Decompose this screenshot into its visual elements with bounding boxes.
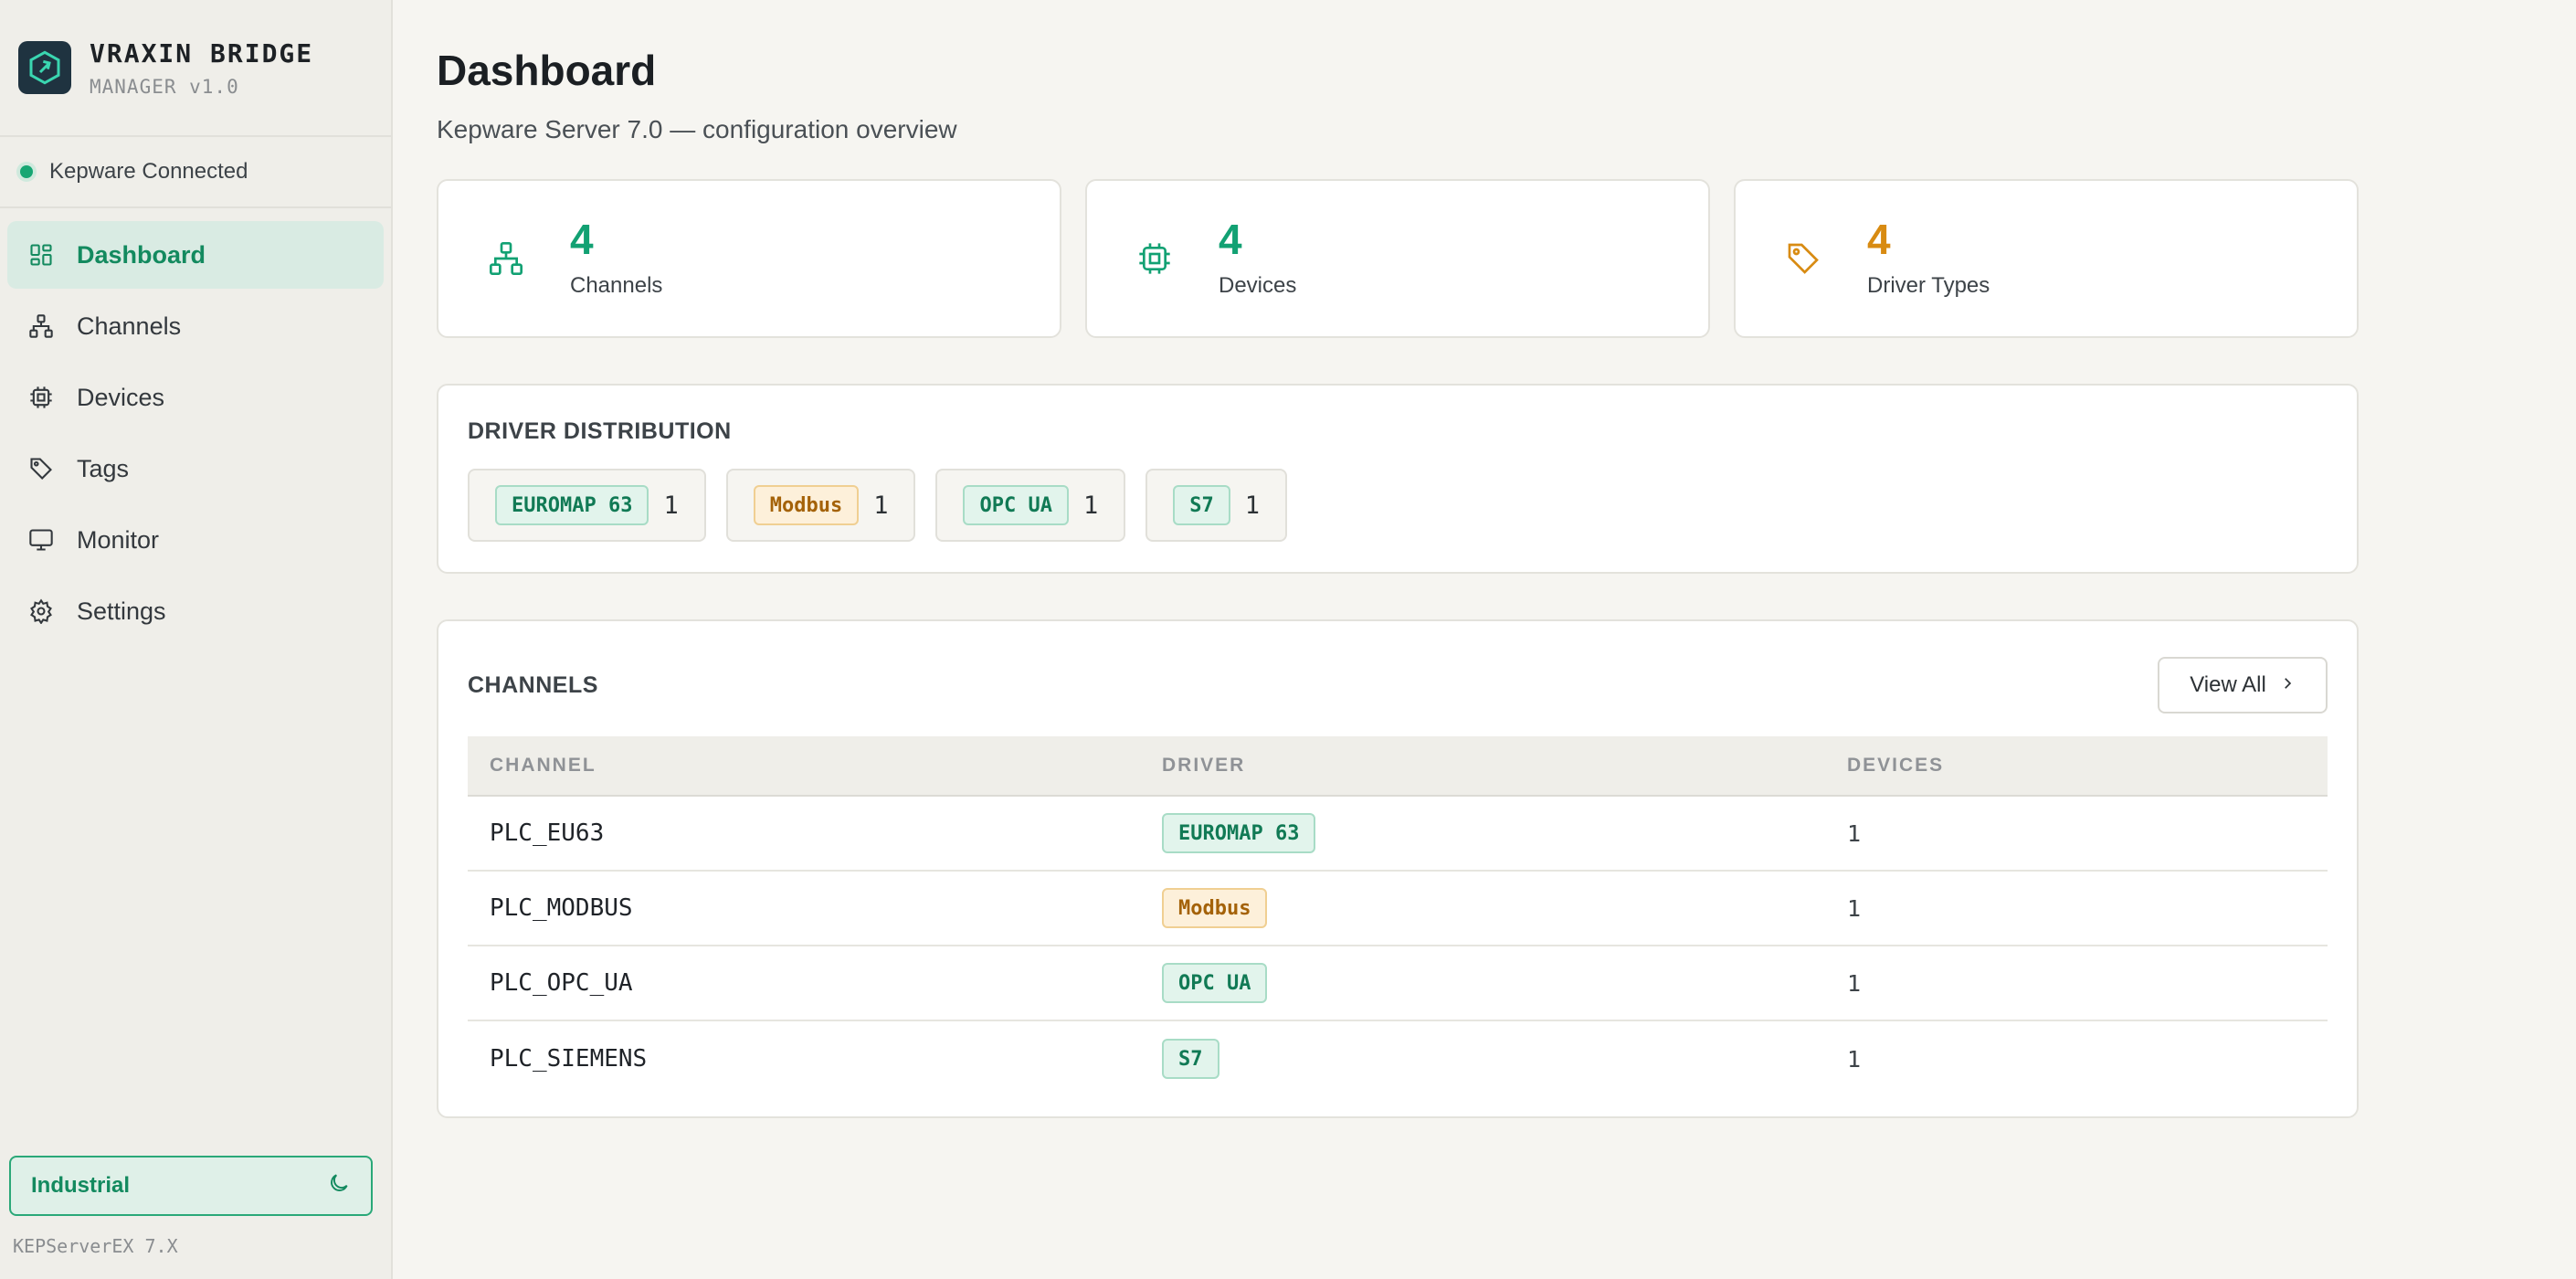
- brand-subtitle: MANAGER v1.0: [90, 75, 239, 98]
- sidebar-item-dashboard[interactable]: Dashboard: [7, 221, 384, 289]
- monitor-icon: [26, 524, 57, 555]
- channel-name[interactable]: PLC_MODBUS: [468, 894, 1162, 922]
- driver-badge: Modbus: [753, 485, 860, 525]
- chip-icon: [26, 382, 57, 413]
- channels-header: CHANNELS View All: [468, 621, 2328, 736]
- dashboard-icon: [26, 239, 57, 270]
- view-all-button[interactable]: View All: [2158, 657, 2328, 713]
- driver-badge: EUROMAP 63: [1162, 813, 1316, 853]
- column-header-driver[interactable]: DRIVER: [1162, 755, 1847, 777]
- network-icon: [26, 311, 57, 342]
- sidebar-item-channels[interactable]: Channels: [7, 292, 384, 360]
- chevron-right-icon: [2279, 672, 2296, 698]
- stat-label: Driver Types: [1867, 273, 1990, 298]
- stat-value: 4: [1867, 216, 1891, 263]
- device-count: 1: [1847, 894, 1862, 922]
- driver-chip: EUROMAP 63 1: [468, 469, 706, 542]
- stat-card-driver-types: 4 Driver Types: [1734, 179, 2359, 338]
- stat-card-channels: 4 Channels: [437, 179, 1061, 338]
- driver-distribution-panel: DRIVER DISTRIBUTION EUROMAP 63 1 Modbus …: [437, 384, 2359, 574]
- device-count: 1: [1847, 819, 1862, 847]
- moon-icon: [327, 1171, 351, 1201]
- chip-icon: [1135, 238, 1175, 279]
- sidebar-item-settings[interactable]: Settings: [7, 577, 384, 645]
- column-header-channel[interactable]: CHANNEL: [468, 755, 1162, 777]
- channels-panel: CHANNELS View All CHANNEL DRIVER DEVICES…: [437, 619, 2359, 1118]
- driver-badge: S7: [1162, 1039, 1219, 1079]
- driver-count: 1: [873, 491, 889, 520]
- driver-count: 1: [1082, 491, 1099, 520]
- driver-badge: OPC UA: [963, 485, 1069, 525]
- brand: VRAXIN BRIDGE MANAGER v1.0: [0, 0, 391, 137]
- channel-name[interactable]: PLC_OPC_UA: [468, 969, 1162, 997]
- panel-title: CHANNELS: [468, 671, 598, 698]
- tag-icon: [26, 453, 57, 484]
- stat-label: Devices: [1219, 273, 1297, 298]
- sidebar-item-label: Monitor: [77, 525, 160, 554]
- device-count: 1: [1847, 969, 1862, 997]
- sidebar-item-label: Devices: [77, 383, 165, 411]
- gear-icon: [26, 596, 57, 627]
- stat-card-devices: 4 Devices: [1085, 179, 1710, 338]
- sidebar-item-label: Dashboard: [77, 240, 206, 269]
- table-row[interactable]: PLC_OPC_UA OPC UA 1: [468, 946, 2328, 1021]
- page-subtitle: Kepware Server 7.0 — configuration overv…: [437, 115, 957, 143]
- sidebar-item-label: Tags: [77, 454, 130, 482]
- main-content: Dashboard Kepware Server 7.0 — configura…: [393, 0, 2576, 1279]
- stat-value: 4: [1219, 216, 1242, 263]
- driver-chip: S7 1: [1145, 469, 1287, 542]
- table-row[interactable]: PLC_MODBUS Modbus 1: [468, 872, 2328, 946]
- tag-icon: [1783, 238, 1823, 279]
- driver-chips: EUROMAP 63 1 Modbus 1 OPC UA 1 S7 1: [468, 469, 2328, 542]
- status-dot-icon: [20, 165, 33, 178]
- channel-name[interactable]: PLC_SIEMENS: [468, 1045, 1162, 1073]
- channels-table: CHANNEL DRIVER DEVICES PLC_EU63 EUROMAP …: [468, 736, 2328, 1096]
- driver-badge: Modbus: [1162, 888, 1268, 928]
- theme-toggle-button[interactable]: Industrial: [9, 1156, 373, 1216]
- driver-badge: S7: [1173, 485, 1230, 525]
- server-version: KEPServerEX 7.X: [13, 1235, 178, 1257]
- sidebar-item-label: Settings: [77, 597, 166, 625]
- driver-badge: EUROMAP 63: [495, 485, 649, 525]
- page-title: Dashboard: [437, 47, 657, 94]
- bridge-logo-icon: [18, 41, 71, 94]
- view-all-label: View All: [2190, 672, 2266, 697]
- table-row[interactable]: PLC_SIEMENS S7 1: [468, 1021, 2328, 1096]
- sidebar-item-devices[interactable]: Devices: [7, 364, 384, 431]
- driver-chip: Modbus 1: [725, 469, 916, 542]
- stats-row: 4 Channels 4 Devices 4 Driver Types: [437, 179, 2576, 338]
- table-row[interactable]: PLC_EU63 EUROMAP 63 1: [468, 797, 2328, 872]
- sidebar-item-label: Channels: [77, 312, 182, 340]
- app-root: VRAXIN BRIDGE MANAGER v1.0 Kepware Conne…: [0, 0, 2576, 1279]
- network-icon: [486, 238, 526, 279]
- device-count: 1: [1847, 1045, 1862, 1073]
- sidebar-nav: Dashboard Channels Devices Tags Monitor …: [0, 208, 391, 661]
- connection-status: Kepware Connected: [0, 137, 391, 208]
- panel-title: DRIVER DISTRIBUTION: [468, 418, 732, 444]
- sidebar-item-monitor[interactable]: Monitor: [7, 506, 384, 574]
- connection-status-label: Kepware Connected: [49, 159, 248, 184]
- column-header-devices[interactable]: DEVICES: [1847, 755, 1944, 777]
- driver-count: 1: [663, 491, 679, 520]
- theme-label: Industrial: [31, 1173, 131, 1198]
- stat-value: 4: [570, 216, 594, 263]
- sidebar-item-tags[interactable]: Tags: [7, 435, 384, 502]
- stat-label: Channels: [570, 273, 663, 298]
- driver-count: 1: [1244, 491, 1260, 520]
- table-header: CHANNEL DRIVER DEVICES: [468, 736, 2328, 797]
- sidebar: VRAXIN BRIDGE MANAGER v1.0 Kepware Conne…: [0, 0, 393, 1279]
- channel-name[interactable]: PLC_EU63: [468, 819, 1162, 847]
- driver-badge: OPC UA: [1162, 963, 1268, 1003]
- brand-title: VRAXIN BRIDGE: [90, 37, 314, 69]
- driver-chip: OPC UA 1: [935, 469, 1126, 542]
